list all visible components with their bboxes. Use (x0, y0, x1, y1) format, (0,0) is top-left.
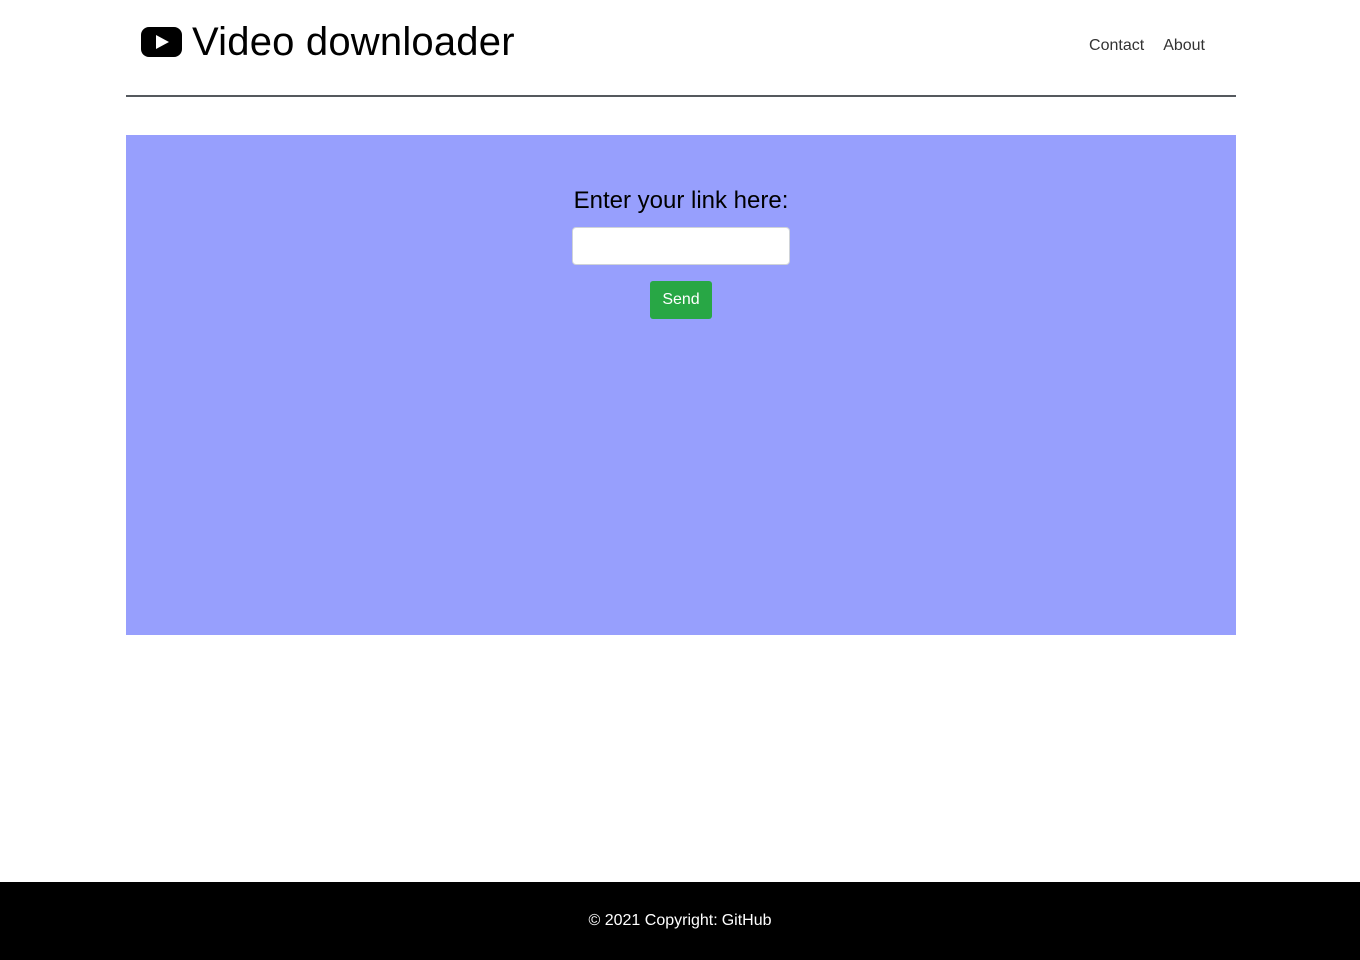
site-title: Video downloader (192, 20, 515, 64)
youtube-play-icon (141, 27, 182, 57)
download-panel: Enter your link here: Send (126, 135, 1236, 635)
page: Video downloader Contact About Enter you… (0, 0, 1360, 960)
link-input[interactable] (572, 227, 790, 265)
link-label: Enter your link here: (573, 187, 789, 214)
link-form: Enter your link here: Send (126, 185, 1236, 319)
main-nav: Contact About (1089, 36, 1205, 56)
site-header: Video downloader Contact About (126, 0, 1236, 97)
nav-about-link[interactable]: About (1163, 36, 1205, 56)
send-button[interactable]: Send (650, 281, 712, 319)
brand-link[interactable]: Video downloader (141, 18, 515, 66)
site-footer: © 2021 Copyright: GitHub (0, 882, 1360, 960)
github-link[interactable]: GitHub (722, 911, 772, 931)
nav-contact-link[interactable]: Contact (1089, 36, 1144, 56)
copyright-text: © 2021 Copyright: (588, 912, 718, 929)
footer-copyright: © 2021 Copyright: GitHub (589, 911, 772, 931)
